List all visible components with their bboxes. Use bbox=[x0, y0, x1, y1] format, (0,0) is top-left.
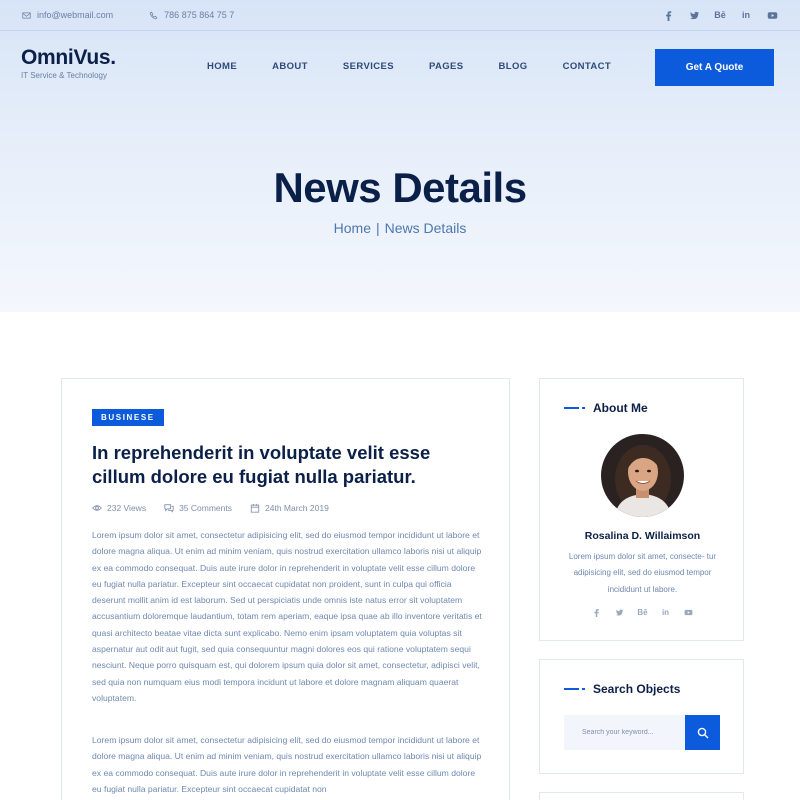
facebook-icon[interactable] bbox=[592, 607, 602, 617]
calendar-icon bbox=[250, 503, 260, 513]
email-contact[interactable]: info@webmail.com bbox=[22, 10, 113, 20]
next-widget bbox=[539, 792, 744, 800]
phone-icon bbox=[149, 11, 158, 19]
post-date: 24th March 2019 bbox=[265, 503, 329, 513]
twitter-icon[interactable] bbox=[615, 607, 625, 617]
category-badge[interactable]: BUSINESE bbox=[92, 409, 164, 426]
title-accent-dot bbox=[582, 407, 585, 409]
breadcrumb-home[interactable]: Home bbox=[334, 220, 371, 236]
title-accent-dash bbox=[564, 407, 579, 409]
search-button[interactable] bbox=[685, 715, 720, 750]
post-meta: 232 Views 35 Comments 24th March 2019 bbox=[92, 503, 347, 513]
mail-icon bbox=[22, 12, 31, 18]
eye-icon bbox=[92, 505, 102, 511]
date-meta: 24th March 2019 bbox=[250, 503, 329, 513]
logo-tagline: IT Service & Technology bbox=[21, 71, 107, 80]
post-title: In reprehenderit in voluptate velit esse… bbox=[92, 442, 431, 487]
comment-icon bbox=[164, 504, 174, 513]
nav-contact[interactable]: CONTACT bbox=[563, 61, 612, 72]
search-widget-title: Search Objects bbox=[564, 682, 680, 696]
avatar bbox=[601, 434, 684, 517]
main-nav: HOME ABOUT SERVICES PAGES BLOG CONTACT bbox=[207, 61, 611, 72]
post-paragraph-2: Lorem ipsum dolor sit amet, consectetur … bbox=[92, 735, 482, 794]
nav-about[interactable]: ABOUT bbox=[272, 61, 308, 72]
behance-icon[interactable]: Bē bbox=[714, 9, 726, 21]
nav-services[interactable]: SERVICES bbox=[343, 61, 394, 72]
comments-meta[interactable]: 35 Comments bbox=[164, 503, 232, 513]
comments-count: 35 Comments bbox=[179, 503, 232, 513]
author-name: Rosalina D. Willaimson bbox=[584, 530, 701, 542]
views-count: 232 Views bbox=[107, 503, 147, 513]
nav-blog[interactable]: BLOG bbox=[499, 61, 528, 72]
get-a-quote-button[interactable]: Get A Quote bbox=[655, 49, 774, 86]
title-accent-dash bbox=[564, 688, 579, 690]
search-title-text: Search Objects bbox=[593, 682, 681, 696]
facebook-icon[interactable] bbox=[662, 9, 674, 21]
email-text: info@webmail.com bbox=[37, 10, 114, 20]
linkedin-icon[interactable]: in bbox=[740, 9, 752, 21]
breadcrumb-current: News Details bbox=[384, 220, 467, 236]
youtube-icon[interactable] bbox=[684, 607, 694, 617]
author-bio: Lorem ipsum dolor sit amet, consecte- tu… bbox=[568, 552, 717, 594]
phone-contact[interactable]: 786 875 864 75 7 bbox=[149, 10, 234, 20]
twitter-icon[interactable] bbox=[688, 9, 700, 21]
post-card: BUSINESE In reprehenderit in voluptate v… bbox=[61, 378, 510, 800]
about-title-text: About Me bbox=[593, 401, 648, 415]
hero-background bbox=[0, 0, 800, 312]
phone-text: 786 875 864 75 7 bbox=[164, 10, 235, 20]
about-widget-title: About Me bbox=[564, 401, 648, 415]
search-icon bbox=[697, 727, 708, 738]
author-photo bbox=[601, 434, 684, 517]
search-widget: Search Objects bbox=[539, 659, 744, 774]
author-socials: Bē in bbox=[540, 607, 745, 617]
page-title: News Details bbox=[273, 164, 527, 211]
topbar-socials: Bē in bbox=[662, 9, 778, 21]
logo-name: OmniVus. bbox=[21, 46, 116, 69]
nav-pages[interactable]: PAGES bbox=[429, 61, 464, 72]
nav-home[interactable]: HOME bbox=[207, 61, 237, 72]
title-accent-dot bbox=[582, 688, 585, 690]
youtube-icon[interactable] bbox=[766, 9, 778, 21]
breadcrumb: Home | News Details bbox=[0, 220, 800, 236]
post-paragraph-1: Lorem ipsum dolor sit amet, consectetur … bbox=[92, 530, 482, 703]
site-logo[interactable]: OmniVus. IT Service & Technology bbox=[21, 46, 116, 80]
about-widget: About Me Rosalina D. Willaimson Lorem ip… bbox=[539, 378, 744, 641]
breadcrumb-separator: | bbox=[376, 220, 380, 236]
linkedin-icon[interactable]: in bbox=[661, 607, 671, 617]
search-input[interactable] bbox=[564, 715, 685, 750]
views-meta: 232 Views bbox=[92, 503, 146, 513]
behance-icon[interactable]: Bē bbox=[637, 607, 647, 617]
topbar: info@webmail.com 786 875 864 75 7 Bē in bbox=[0, 0, 800, 31]
